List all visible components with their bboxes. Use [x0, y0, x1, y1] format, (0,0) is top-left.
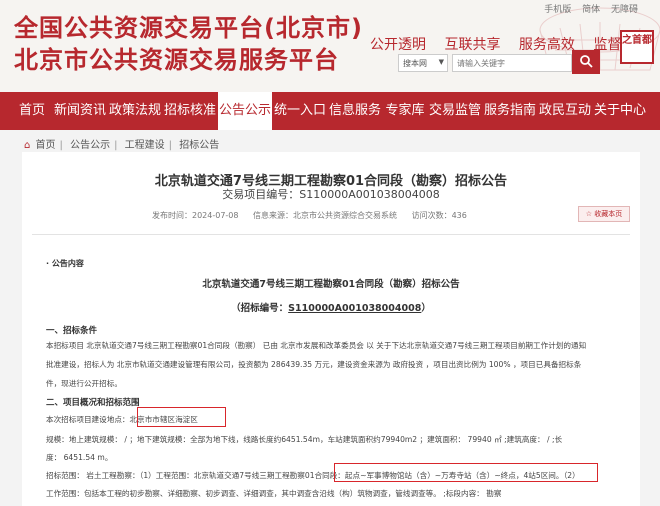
- top-links: 手机版 简体 无障碍: [536, 2, 638, 15]
- section-heading-scope: 二、项目概况和招标范围: [46, 398, 140, 408]
- nav-info-service[interactable]: 信息服务: [328, 92, 382, 130]
- nav-expert-library[interactable]: 专家库: [383, 92, 427, 130]
- section-heading-conditions: 一、招标条件: [46, 326, 98, 336]
- breadcrumb: ⌂ 首页 | 公告公示 | 工程建设 | 招标公告: [24, 140, 220, 151]
- section-label: · 公告内容: [46, 259, 84, 268]
- slogan-item: 服务高效: [518, 37, 575, 53]
- search-scope-value: 搜本网: [403, 59, 427, 68]
- search-icon: [580, 54, 593, 68]
- location-highlight-box: [137, 407, 226, 427]
- star-icon: ☆: [585, 210, 593, 218]
- search-button[interactable]: [572, 50, 600, 74]
- publish-time: 发布时间：2024-07-08: [152, 211, 239, 220]
- search-input[interactable]: [452, 54, 572, 72]
- paragraph-line: 本招标项目 北京轨道交通7号线三期工程勘察01合同段（勘察） 已由 北京市发展和…: [46, 341, 587, 350]
- simplified-chinese-link[interactable]: 简体: [582, 5, 600, 15]
- article-card: 北京轨道交通7号线三期工程勘察01合同段（勘察）招标公告 交易项目编号：S110…: [22, 152, 640, 506]
- search-scope-select[interactable]: 搜本网 ▼: [398, 54, 448, 72]
- paragraph-line: 件，现进行公开招标。: [46, 379, 122, 388]
- nav-tender-approval[interactable]: 招标核准: [163, 92, 217, 130]
- paragraph-line: 度： 6451.54 m。: [46, 453, 113, 462]
- slogan-item: 公开透明: [370, 37, 426, 53]
- breadcrumb-announcements[interactable]: 公告公示: [70, 140, 110, 151]
- mobile-link[interactable]: 手机版: [544, 5, 571, 15]
- nav-about[interactable]: 关于中心: [593, 92, 647, 130]
- paragraph-line: 批准建设，招标人为 北京市轨道交通建设管理有限公司，投资额为 286439.35…: [46, 360, 582, 369]
- nav-unified-entry[interactable]: 统一入口: [273, 92, 327, 130]
- nav-service-guide[interactable]: 服务指南: [483, 92, 537, 130]
- favorite-button[interactable]: ☆ 收藏本页: [578, 206, 630, 222]
- nav-home[interactable]: 首页: [14, 92, 50, 130]
- nav-news[interactable]: 新闻资讯: [53, 92, 107, 130]
- breadcrumb-home[interactable]: 首页: [36, 140, 56, 151]
- scope-highlight-box: [334, 463, 598, 482]
- site-header: 全国公共资源交易平台(北京市) 北京市公共资源交易服务平台 手机版 简体 无障碍…: [0, 0, 660, 92]
- nav-supervision[interactable]: 交易监管: [428, 92, 482, 130]
- article-meta: 发布时间：2024-07-08 信息来源：北京市公共资源综合交易系统 访问次数：…: [152, 210, 479, 221]
- breadcrumb-tender-notice[interactable]: 招标公告: [179, 140, 219, 151]
- paragraph-line: 工作范围：包括本工程的初步勘察、详细勘察、初步调查、详细调查，其中调查含沿线（构…: [46, 489, 502, 498]
- notice-title: 北京轨道交通7号线三期工程勘察01合同段（勘察）招标公告: [202, 279, 460, 290]
- platform-subtitle: 北京市公共资源交易服务平台: [14, 46, 339, 74]
- home-icon: ⌂: [24, 140, 31, 151]
- nav-interaction[interactable]: 政民互动: [538, 92, 592, 130]
- nav-announcements[interactable]: 公告公示: [218, 92, 272, 130]
- breadcrumb-construction[interactable]: 工程建设: [125, 140, 165, 151]
- divider: [32, 234, 630, 235]
- capital-seal-logo: 之首都: [620, 30, 654, 64]
- main-nav: 首页 新闻资讯 政策法规 招标核准 公告公示 统一入口 信息服务 专家库 交易监…: [0, 92, 660, 130]
- nav-policy[interactable]: 政策法规: [108, 92, 162, 130]
- chevron-down-icon: ▼: [438, 58, 444, 66]
- slogans: 公开透明 互联共享 服务高效 监督规范: [370, 34, 660, 54]
- info-source: 信息来源：北京市公共资源综合交易系统: [253, 211, 398, 220]
- notice-code: （招标编号：S110000A001038004008）: [231, 303, 431, 314]
- platform-title: 全国公共资源交易平台(北京市): [14, 14, 363, 42]
- slogan-item: 互联共享: [444, 37, 501, 53]
- accessibility-link[interactable]: 无障碍: [611, 5, 638, 15]
- article-project-code: 交易项目编号：S110000A001038004008: [222, 188, 440, 201]
- view-count: 访问次数：436: [411, 211, 467, 220]
- paragraph-line: 规模：地上建筑规模： / ；地下建筑规模：全部为地下线，线路长度约6451.54…: [46, 435, 563, 444]
